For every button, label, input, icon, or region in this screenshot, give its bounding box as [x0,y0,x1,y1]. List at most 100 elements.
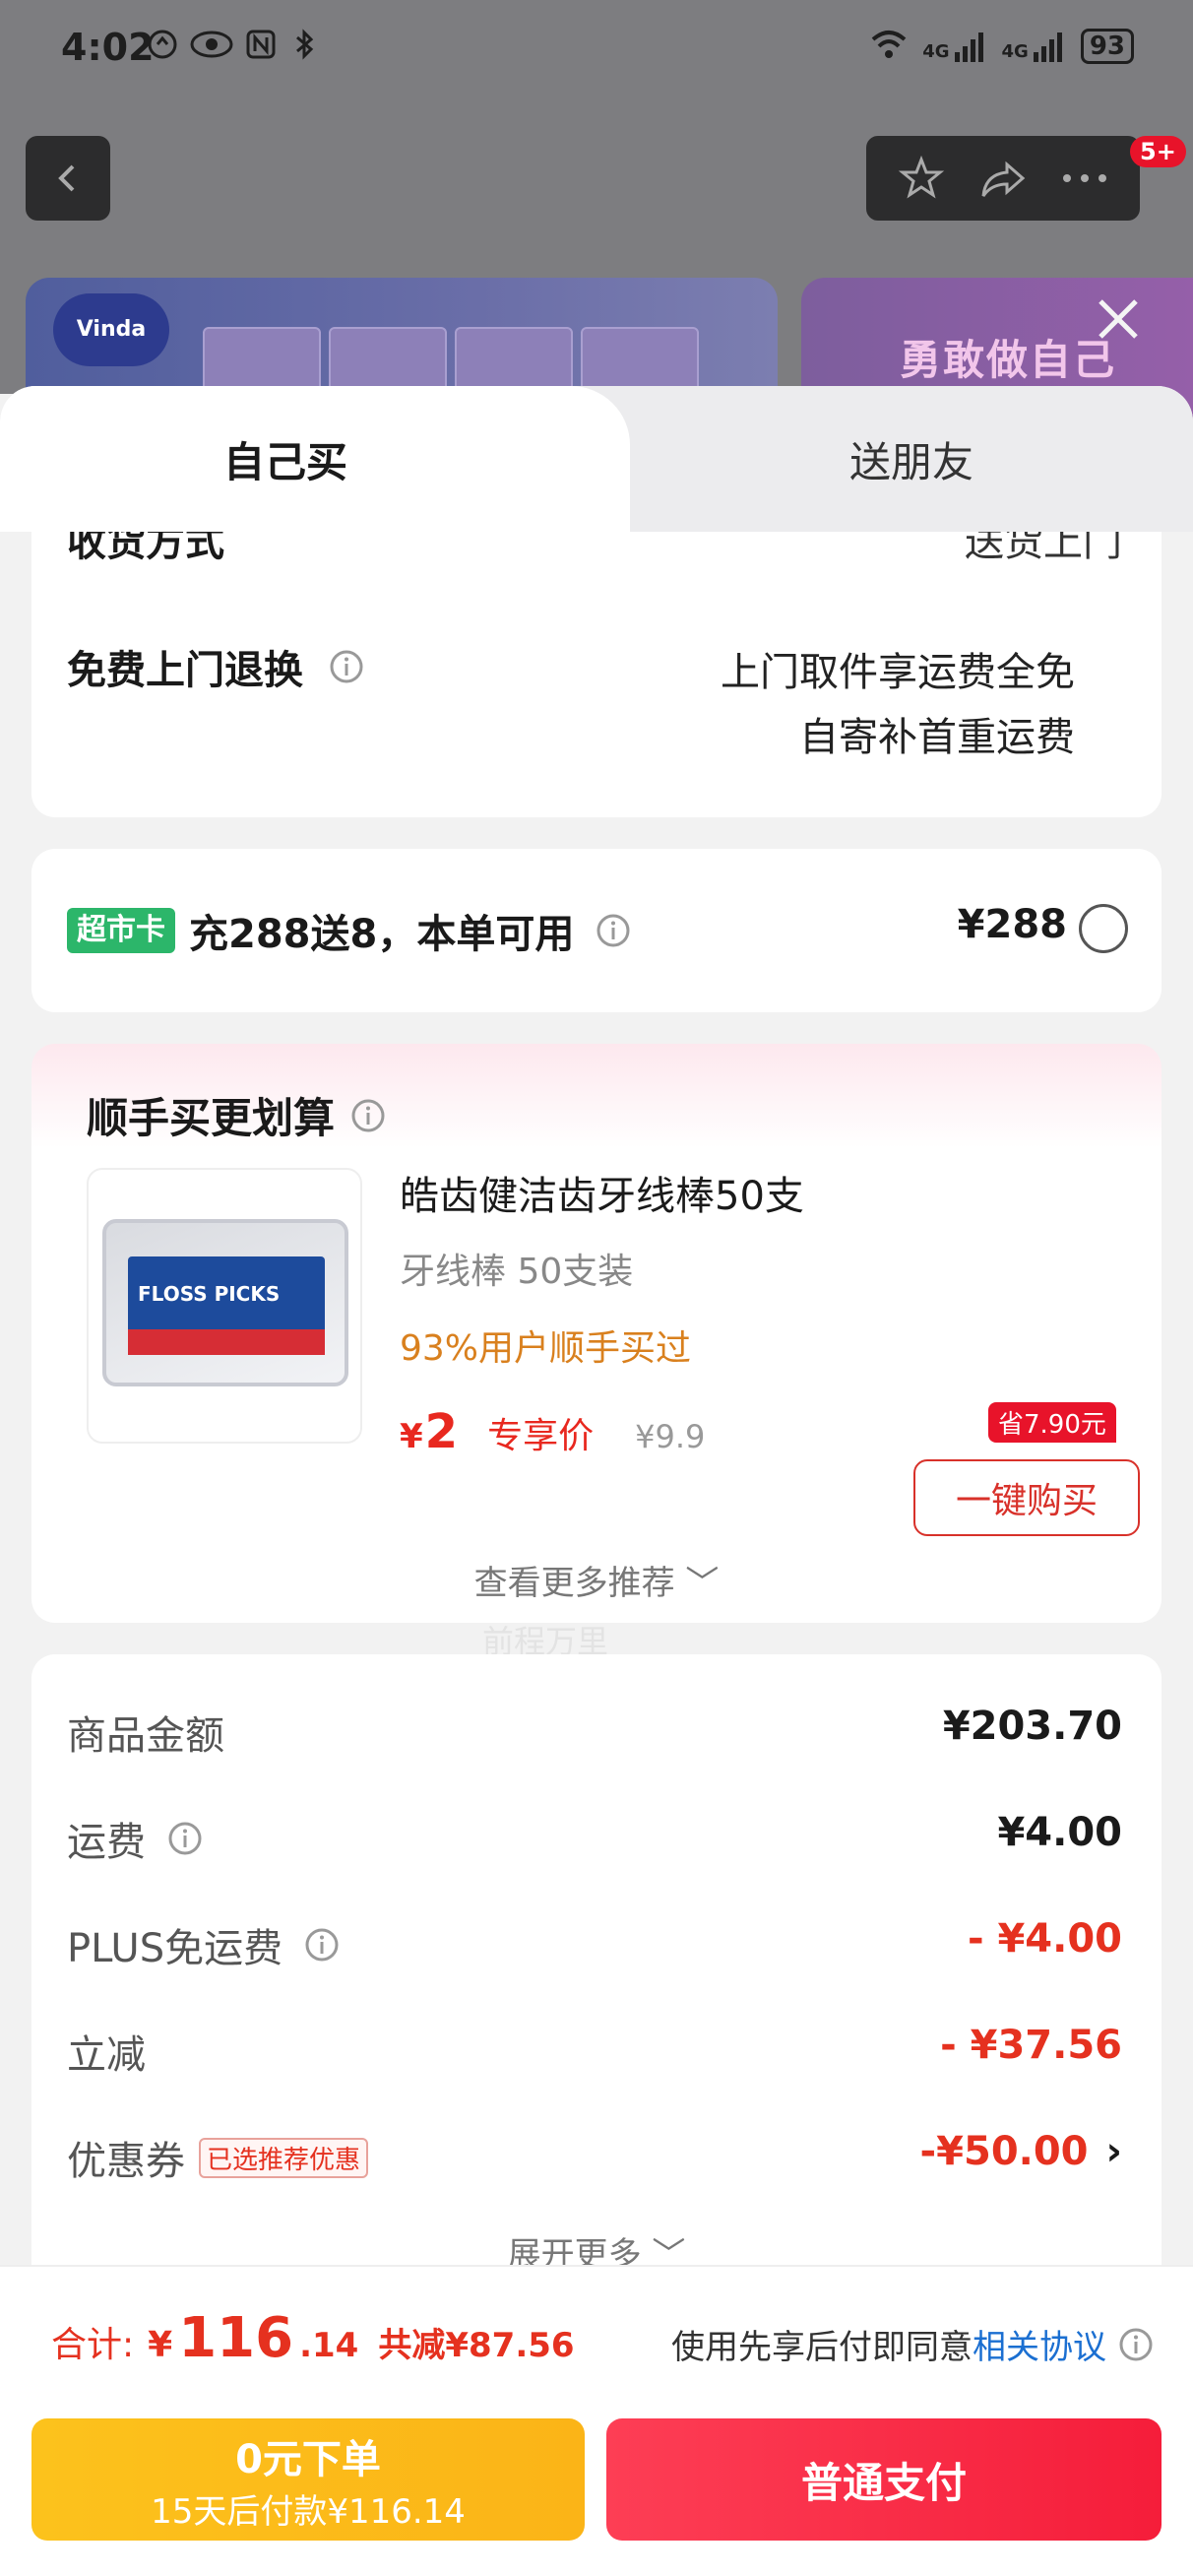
free-return-label: 免费上门退换 [67,638,364,695]
summary-row-discount: 立减 - ¥37.56 [67,2023,1122,2082]
product-image[interactable]: FLOSS PICKS [87,1168,362,1444]
product-spec: 牙线棒 50支装 [400,1252,634,1292]
price-row: ¥ 2 专享价 ¥9.9 [400,1404,705,1459]
summary-label: 立减 [67,2032,146,2078]
pay-later-button[interactable]: 0元下单 15天后付款¥116.14 [31,2418,585,2541]
normal-pay-button[interactable]: 普通支付 [606,2418,1162,2541]
upsell-title: 顺手买更划算 [87,1085,386,1145]
signal-1-icon: 4G [922,31,987,62]
tab-self[interactable]: 自己买 [0,386,630,532]
tab-self-label: 自己买 [222,437,347,486]
one-click-buy-button[interactable]: 一键购买 [913,1459,1140,1536]
total-integer: 116 [178,2306,294,2370]
close-button[interactable] [1091,291,1146,347]
club-price: ¥288 [957,902,1067,947]
summary-row-shipping: 运费 ¥4.00 [67,1810,1122,1869]
club-offer: 充288送8，本单可用 [189,902,631,959]
club-offer-text: 充288送8，本单可用 [189,912,575,957]
summary-row-plus: PLUS免运费 - ¥4.00 [67,1916,1122,1975]
nfc-icon [244,28,278,61]
agreement-text: 使用先享后付即同意相关协议 [671,2320,1106,2368]
summary-label-text: PLUS免运费 [67,1926,283,1971]
return-detail-2: 自寄补首重运费 [799,715,1075,760]
total-savings: 共减¥87.56 [378,2326,575,2365]
summary-value: ¥4.00 [997,1810,1122,1855]
signal-2-icon: 4G [1002,31,1067,62]
save-badge: 省7.90元 [988,1402,1116,1443]
see-more-recommendations[interactable]: 查看更多推荐 ﹀ [31,1556,1162,1604]
promo-banner-text: 勇敢做自己 [900,336,1117,384]
info-icon[interactable] [304,1927,340,1963]
club-radio-button[interactable] [1079,904,1128,953]
free-return-text: 免费上门退换 [67,648,303,693]
close-icon [1099,299,1138,339]
status-time: 4:02 [61,26,155,69]
network-type-2: 4G [1001,41,1029,62]
star-icon [898,155,944,199]
summary-label-text: 运费 [67,1820,146,1865]
tabs: 自己买 送朋友 [0,386,1193,532]
upsell-card: 顺手买更划算 FLOSS PICKS 皓齿健洁齿牙线棒50支 牙线棒 50支装 … [31,1044,1162,1623]
agreement-link[interactable]: 相关协议 [973,2328,1106,2367]
status-bar: 4:02 4G 4G 93 [0,0,1193,98]
status-right: 4G 4G 93 [869,28,1134,65]
coupon-value: -¥50.00 [919,2129,1089,2174]
nav-actions [866,136,1140,221]
info-icon[interactable] [329,649,364,684]
floss-box-graphic: FLOSS PICKS [102,1219,348,1386]
price-currency: ¥ [400,1417,423,1456]
price-summary-card: 商品金额 ¥203.70 运费 ¥4.00 PLUS免运费 - ¥4.00 立减… [31,1654,1162,2344]
total-decimal: .14 [299,2326,359,2365]
chevron-left-icon [58,164,75,192]
checkout-bottom-bar: 合计: ¥ 116 .14 共减¥87.56 使用先享后付即同意相关协议 0元下… [0,2265,1193,2576]
info-icon[interactable] [1118,2327,1154,2362]
total-label: 合计: [51,2325,135,2365]
upsell-title-text: 顺手买更划算 [87,1094,336,1142]
supermarket-card-offer[interactable]: 超市卡 充288送8，本单可用 ¥288 [31,849,1162,1012]
more-icon [1063,174,1107,182]
summary-label: 运费 [67,1810,203,1867]
summary-label: 优惠券 已选推荐优惠 [67,2129,369,2186]
battery-indicator: 93 [1080,29,1134,64]
floss-label-text: FLOSS PICKS [138,1282,281,1306]
delivery-method-label: 收货方式 [67,532,224,565]
summary-value: -¥50.00 › [920,2129,1122,2174]
checkout-sheet: 自己买 送朋友 收货方式 送货上门 免费上门退换 上门取件享运费全免 自寄补首重… [0,386,1193,2576]
agreement-prefix: 使用先享后付即同意 [671,2328,973,2367]
summary-value: - ¥37.56 [940,2023,1122,2068]
bluetooth-icon [287,28,321,61]
original-price: ¥9.9 [635,1418,706,1455]
tab-gift-label: 送朋友 [848,437,973,486]
agreement: 使用先享后付即同意相关协议 [671,2320,1154,2368]
more-button[interactable] [1055,149,1114,208]
info-icon[interactable] [167,1821,203,1856]
chevron-right-icon: › [1105,2129,1122,2174]
coupon-tag: 已选推荐优惠 [199,2137,369,2178]
share-icon [981,161,1026,197]
delivery-method-value[interactable]: 送货上门 [965,532,1122,567]
back-button[interactable] [26,136,110,221]
summary-label: PLUS免运费 [67,1916,340,1973]
info-icon[interactable] [350,1098,386,1133]
summary-label: 商品金额 [67,1713,224,1759]
price-value: 2 [424,1404,459,1459]
status-left-icons [146,28,321,61]
product-name[interactable]: 皓齿健洁齿牙线棒50支 [400,1164,804,1221]
summary-row-coupon[interactable]: 优惠券 已选推荐优惠 -¥50.00 › [67,2129,1122,2188]
brand-logo: Vinda [53,293,169,366]
shipping-card: 收货方式 送货上门 免费上门退换 上门取件享运费全免 自寄补首重运费 [31,532,1162,817]
total-currency: ¥ [148,2325,173,2365]
supermarket-card-badge: 超市卡 [67,908,175,953]
tab-gift[interactable]: 送朋友 [630,386,1193,532]
info-icon[interactable] [596,913,631,948]
floss-label-stripe [128,1329,325,1355]
total-amount: 合计: ¥ 116 .14 共减¥87.56 [51,2306,575,2370]
summary-value: - ¥4.00 [967,1916,1122,1962]
sync-icon [146,28,179,61]
pay-later-title: 0元下单 [235,2436,381,2482]
favorite-button[interactable] [892,149,951,208]
share-button[interactable] [973,149,1033,208]
wifi-icon [869,28,909,65]
social-proof: 93%用户顺手买过 [400,1328,692,1369]
eye-icon [189,28,234,61]
